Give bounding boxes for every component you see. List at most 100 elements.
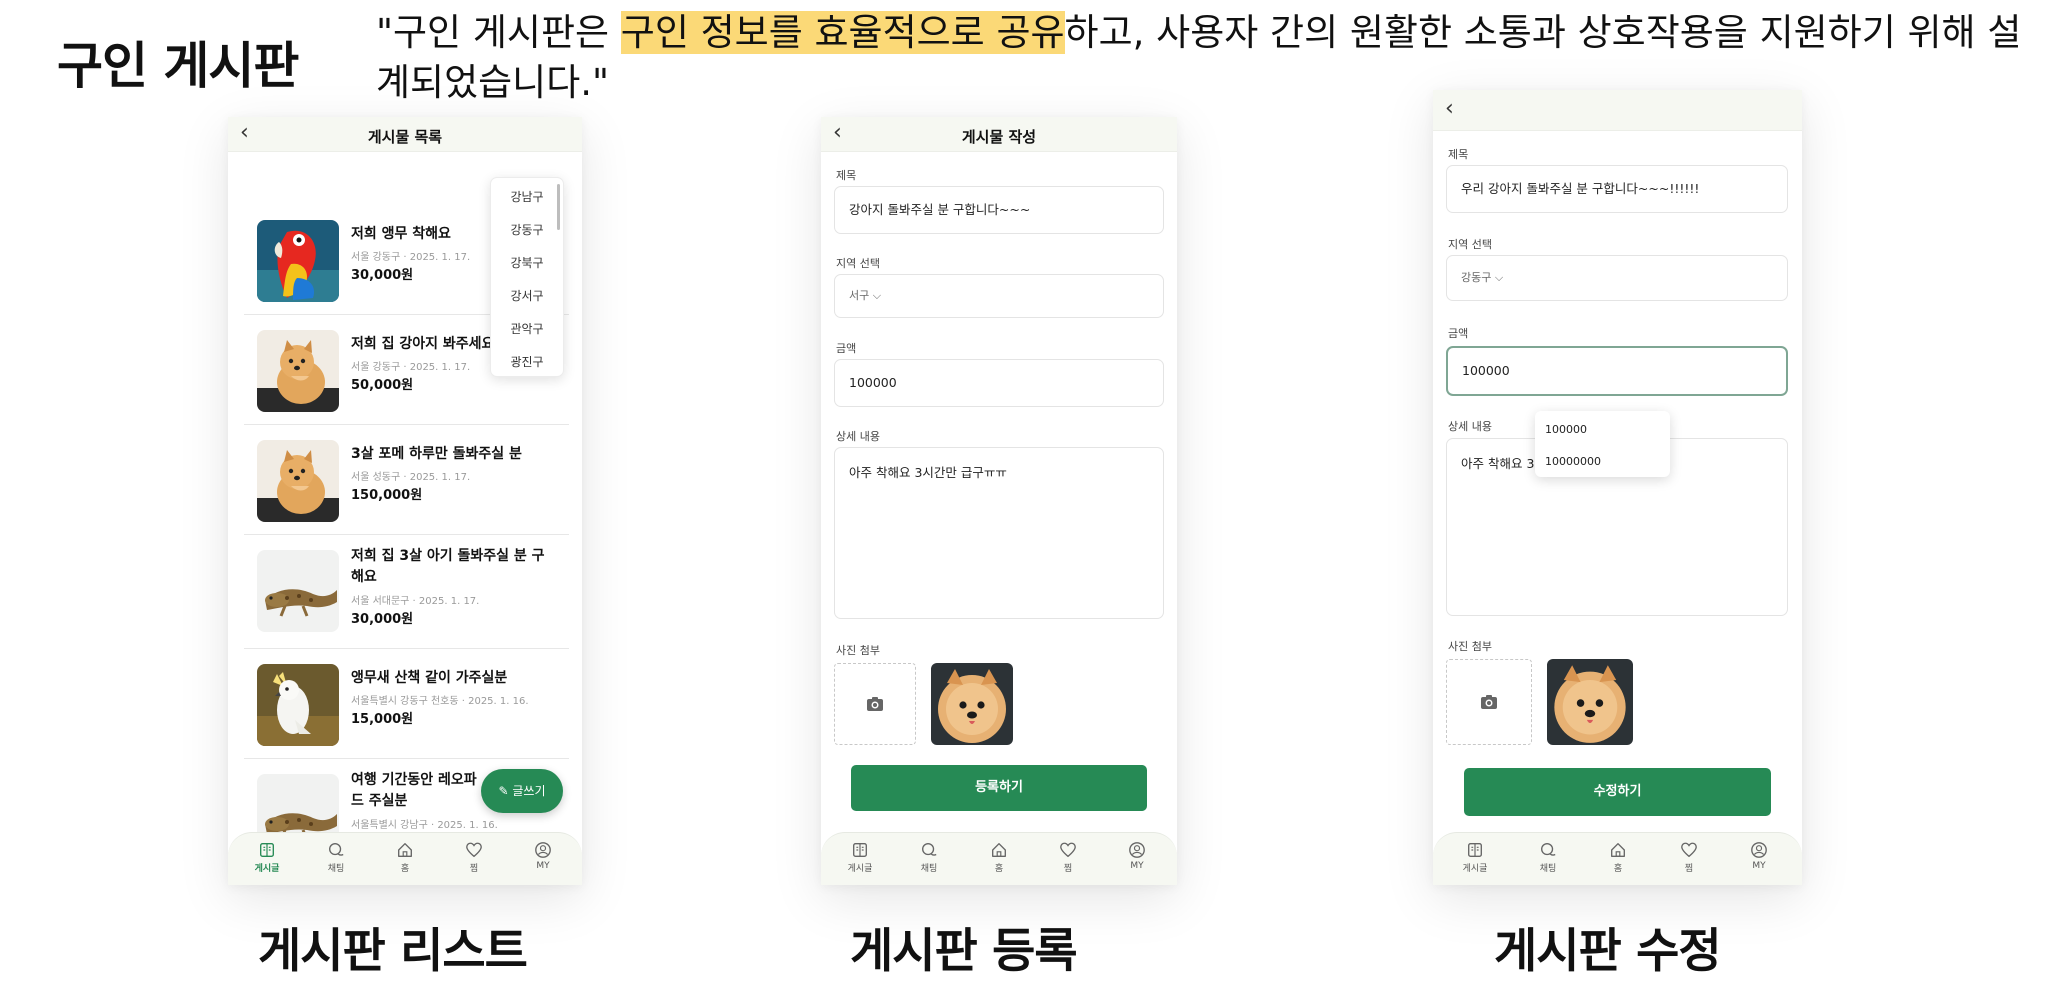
autocomplete-option[interactable]: 100000: [1545, 423, 1587, 436]
nav-label: 게시글: [847, 864, 873, 874]
nav-item-favorites[interactable]: 찜: [452, 841, 496, 874]
quote-text-start: "구인 게시판은: [376, 11, 621, 54]
nav-item-favorites[interactable]: 찜: [1667, 841, 1711, 874]
post-price: 150,000원: [351, 488, 423, 503]
post-meta: 서울특별시 강동구 천호동 · 2025. 1. 16.: [351, 696, 529, 707]
nav-item-board[interactable]: 게시글: [1453, 841, 1497, 874]
bottom-navigation: 게시글 채팅 홈 찜 MY: [1433, 832, 1802, 885]
post-price: 15,000원: [351, 712, 414, 727]
nav-item-board[interactable]: 게시글: [838, 841, 882, 874]
nav-item-chat[interactable]: 채팅: [1526, 841, 1570, 874]
nav-item-my[interactable]: MY: [1115, 841, 1159, 871]
list-header: ‹ 게시물 목록: [228, 117, 582, 152]
caption-board-list: 게시판 리스트: [258, 924, 528, 979]
region-option[interactable]: 강북구: [491, 254, 563, 271]
write-post-label: 글쓰기: [512, 784, 546, 798]
board-icon: [258, 841, 276, 859]
home-icon: [1609, 841, 1627, 859]
heart-icon: [1680, 841, 1698, 859]
autocomplete-option[interactable]: 10000000: [1545, 455, 1601, 468]
nav-item-board[interactable]: 게시글: [245, 841, 289, 874]
content-label: 상세 내용: [836, 430, 880, 443]
back-arrow-icon[interactable]: ‹: [1445, 96, 1454, 121]
update-button[interactable]: 수정하기: [1464, 768, 1771, 816]
pencil-icon: ✎: [498, 784, 513, 798]
post-meta: 서울 서대문구 · 2025. 1. 17.: [351, 596, 480, 607]
nav-item-home[interactable]: 홈: [1596, 841, 1640, 874]
region-select[interactable]: 강동구 ⌵: [1446, 255, 1788, 301]
board-edit-screen: ‹ 제목 우리 강아지 돌봐주실 분 구합니다~~~!!!!!! 지역 선택 강…: [1433, 90, 1802, 885]
nav-item-home[interactable]: 홈: [977, 841, 1021, 874]
content-textarea[interactable]: 아주 착해요 3시간만 급구ㅠㅠ: [834, 447, 1164, 619]
nav-label: 홈: [400, 864, 410, 874]
title-label: 제목: [1448, 148, 1469, 161]
price-label: 금액: [836, 342, 857, 355]
title-label: 제목: [836, 169, 857, 182]
post-meta: 서울 성동구 · 2025. 1. 17.: [351, 472, 471, 483]
list-screen-title: 게시물 목록: [367, 128, 443, 146]
post-price: 30,000원: [351, 268, 414, 283]
title-input[interactable]: 강아지 돌봐주실 분 구합니다~~~: [834, 186, 1164, 234]
price-label: 금액: [1448, 327, 1469, 340]
camera-icon: [1479, 692, 1499, 712]
price-input[interactable]: 100000: [1446, 346, 1788, 396]
region-option[interactable]: 관악구: [491, 320, 563, 337]
region-select-value: 서구: [849, 289, 870, 302]
post-list-item[interactable]: 저희 집 3살 아기 돌봐주실 분 구해요 서울 서대문구 · 2025. 1.…: [244, 534, 569, 649]
nav-item-my[interactable]: MY: [1737, 841, 1781, 871]
nav-item-chat[interactable]: 채팅: [314, 841, 358, 874]
nav-item-chat[interactable]: 채팅: [907, 841, 951, 874]
region-select[interactable]: 서구 ⌵: [834, 274, 1164, 318]
heart-icon: [1059, 841, 1077, 859]
nav-item-my[interactable]: MY: [521, 841, 565, 871]
nav-label: MY: [536, 861, 550, 871]
nav-item-favorites[interactable]: 찜: [1046, 841, 1090, 874]
write-post-button[interactable]: ✎ 글쓰기: [481, 769, 563, 813]
post-price: 50,000원: [351, 378, 414, 393]
board-icon: [851, 841, 869, 859]
user-icon: [534, 841, 552, 859]
post-thumbnail: [257, 440, 339, 522]
region-dropdown[interactable]: 강남구 강동구 강북구 강서구 관악구 광진구: [490, 177, 564, 377]
post-title: 저희 집 3살 아기 돌봐주실 분 구해요: [351, 548, 545, 585]
region-select-value: 강동구: [1461, 271, 1492, 284]
user-icon: [1128, 841, 1146, 859]
quote-highlight: 구인 정보를 효율적으로 공유: [620, 11, 1065, 54]
nav-label: 홈: [1613, 864, 1623, 874]
nav-label: 게시글: [1462, 864, 1488, 874]
board-list-screen: ‹ 게시물 목록 저희 앵무 착해요 서울 강동구 · 2025. 1. 17.…: [228, 117, 582, 885]
nav-label: 채팅: [920, 864, 938, 874]
nav-label: 홈: [994, 864, 1004, 874]
nav-label: 찜: [1063, 864, 1073, 874]
region-option[interactable]: 강남구: [491, 188, 563, 205]
post-list-item[interactable]: 앵무새 산책 같이 가주실분 서울특별시 강동구 천호동 · 2025. 1. …: [244, 648, 569, 759]
region-option[interactable]: 강서구: [491, 287, 563, 304]
post-thumbnail: [257, 550, 339, 632]
region-option[interactable]: 광진구: [491, 353, 563, 370]
add-photo-button[interactable]: [834, 663, 916, 745]
chat-icon: [920, 841, 938, 859]
chat-icon: [1539, 841, 1557, 859]
region-option[interactable]: 강동구: [491, 221, 563, 238]
post-price: 30,000원: [351, 612, 414, 627]
submit-button[interactable]: 등록하기: [851, 765, 1147, 811]
caption-board-write: 게시판 등록: [850, 924, 1078, 979]
nav-item-home[interactable]: 홈: [383, 841, 427, 874]
add-photo-button[interactable]: [1446, 659, 1532, 745]
post-meta: 서울 강동구 · 2025. 1. 17.: [351, 362, 471, 373]
board-icon: [1466, 841, 1484, 859]
nav-label: 찜: [1684, 864, 1694, 874]
price-autocomplete: 100000 10000000: [1535, 411, 1670, 477]
attached-photo[interactable]: [1547, 659, 1633, 745]
user-icon: [1750, 841, 1768, 859]
post-title: 여행 기간동안 레오파드 주실분: [351, 772, 477, 809]
nav-label: 채팅: [1539, 864, 1557, 874]
post-meta: 서울 강동구 · 2025. 1. 17.: [351, 252, 471, 263]
chevron-down-icon: ⌵: [1491, 271, 1504, 284]
post-list-item[interactable]: 3살 포메 하루만 돌봐주실 분 서울 성동구 · 2025. 1. 17. 1…: [244, 424, 569, 535]
price-input[interactable]: 100000: [834, 359, 1164, 407]
title-input[interactable]: 우리 강아지 돌봐주실 분 구합니다~~~!!!!!!: [1446, 165, 1788, 213]
region-label: 지역 선택: [1448, 238, 1492, 251]
content-label: 상세 내용: [1448, 420, 1492, 433]
attached-photo[interactable]: [931, 663, 1013, 745]
